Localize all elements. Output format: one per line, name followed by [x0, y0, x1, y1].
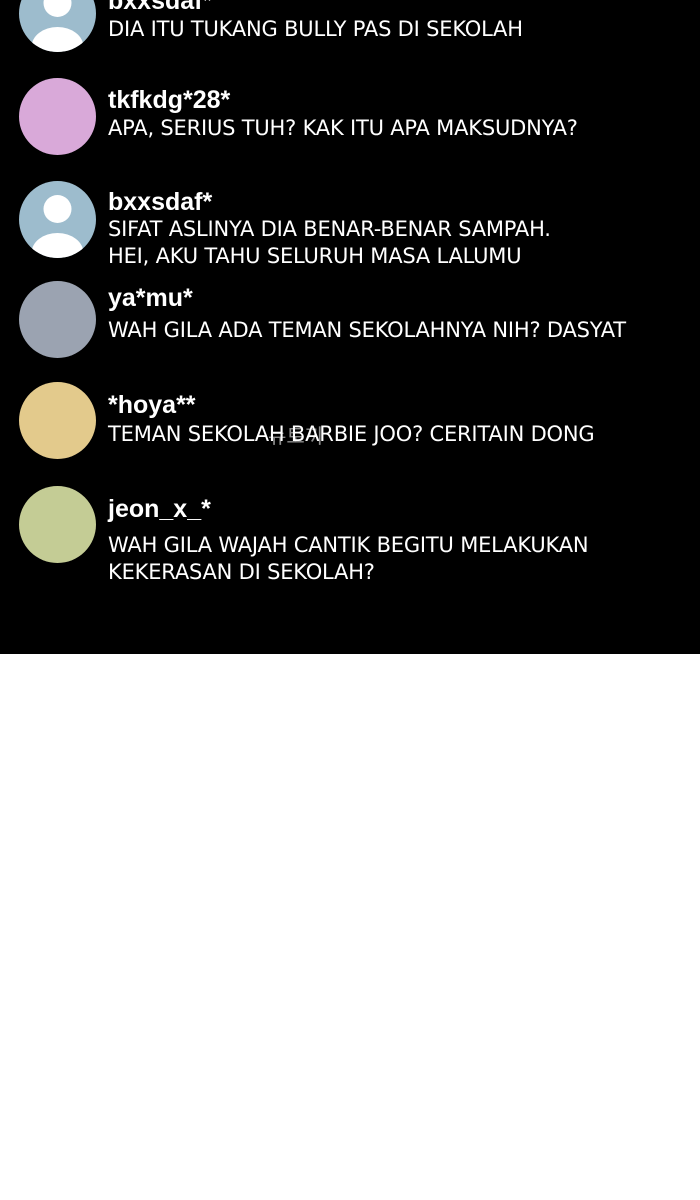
solid-avatar-icon [19, 281, 96, 358]
comment-text: APA, SERIUS TUH? KAK ITU APA MAKSUDNYA? [108, 115, 578, 142]
default-avatar-icon [19, 181, 96, 258]
comment-text-line: SIFAT ASLINYA DIA BENAR-BENAR SAMPAH. [108, 217, 551, 241]
solid-avatar-icon [19, 382, 96, 459]
user-avatar[interactable] [19, 281, 96, 358]
comment-text-line: HEI, AKU TAHU SELURUH MASA LALUMU [108, 244, 522, 268]
comment-text-line: WAH GILA ADA TEMAN SEKOLAHNYA NIH? DASYA… [108, 318, 626, 342]
solid-avatar-icon [19, 78, 96, 155]
avatar-background [19, 281, 96, 358]
comment-text-line: APA, SERIUS TUH? KAK ITU APA MAKSUDNYA? [108, 116, 578, 140]
comment-text-line: TEMAN SEKOLAH BARBIE JOO? CERITAIN DONG [108, 422, 595, 446]
comment-panel: bxxsdaf* DIA ITU TUKANG BULLY PAS DI SEK… [0, 0, 700, 654]
blank-page-area [0, 654, 700, 1200]
user-avatar[interactable] [19, 486, 96, 563]
default-avatar-icon [19, 0, 96, 52]
comment-username[interactable]: tkfkdg*28* [108, 85, 230, 115]
user-avatar[interactable] [19, 181, 96, 258]
comment-text-line: WAH GILA WAJAH CANTIK BEGITU MELAKUKAN [108, 533, 589, 557]
comment-username[interactable]: jeon_x_* [108, 494, 211, 524]
avatar-background [19, 382, 96, 459]
comment-text: WAH GILA ADA TEMAN SEKOLAHNYA NIH? DASYA… [108, 317, 626, 344]
user-avatar[interactable] [19, 78, 96, 155]
comment-text-line: KEKERASAN DI SEKOLAH? [108, 560, 375, 584]
comment-text: TEMAN SEKOLAH BARBIE JOO? CERITAIN DONG [108, 421, 595, 448]
comment-text: DIA ITU TUKANG BULLY PAS DI SEKOLAH [108, 16, 523, 43]
comment-text-line: DIA ITU TUKANG BULLY PAS DI SEKOLAH [108, 17, 523, 41]
user-avatar[interactable] [19, 382, 96, 459]
watermark: 뉴토끼 [268, 424, 324, 448]
comment-text: SIFAT ASLINYA DIA BENAR-BENAR SAMPAH. HE… [108, 216, 551, 270]
avatar-background [19, 78, 96, 155]
comment-username[interactable]: ya*mu* [108, 283, 193, 313]
comment-username[interactable]: bxxsdaf* [108, 187, 212, 217]
solid-avatar-icon [19, 486, 96, 563]
comment-text: WAH GILA WAJAH CANTIK BEGITU MELAKUKAN K… [108, 532, 589, 586]
comment-username[interactable]: bxxsdaf* [108, 0, 212, 16]
user-avatar[interactable] [19, 0, 96, 52]
comment-username[interactable]: *hoya** [108, 390, 196, 420]
avatar-background [19, 486, 96, 563]
